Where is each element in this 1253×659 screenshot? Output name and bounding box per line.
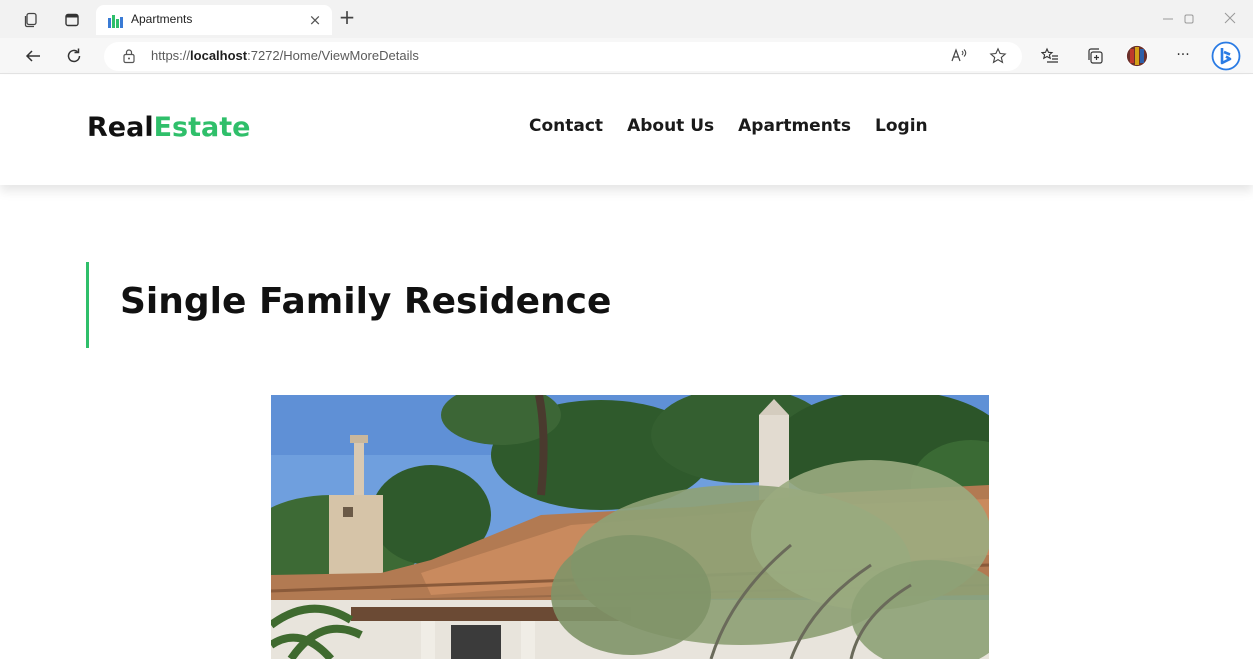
house-photo: [271, 395, 989, 659]
read-aloud-icon[interactable]: [949, 46, 969, 66]
logo-text-real: Real: [87, 112, 154, 143]
nav-login[interactable]: Login: [875, 116, 928, 136]
title-accent-bar: [86, 262, 89, 348]
tab-actions-icon[interactable]: [63, 11, 81, 29]
nav-contact[interactable]: Contact: [529, 116, 603, 136]
favorites-icon[interactable]: [1040, 46, 1060, 66]
new-tab-button[interactable]: +: [335, 6, 359, 30]
profile-avatar-icon[interactable]: [1125, 44, 1149, 68]
minimize-icon[interactable]: [1158, 9, 1178, 29]
page-title: Single Family Residence: [120, 281, 612, 322]
bing-copilot-icon[interactable]: [1211, 41, 1241, 71]
workspaces-icon[interactable]: [22, 11, 40, 29]
url-text[interactable]: https://localhost:7272/Home/ViewMoreDeta…: [151, 48, 419, 63]
site-favicon-icon: [108, 13, 124, 28]
refresh-icon[interactable]: [64, 46, 84, 66]
main-nav: Contact About Us Apartments Login: [529, 116, 928, 136]
browser-tab[interactable]: Apartments ×: [96, 5, 332, 35]
tab-close-icon[interactable]: ×: [306, 11, 324, 29]
site-logo[interactable]: RealEstate: [87, 112, 250, 143]
back-icon[interactable]: [23, 46, 43, 66]
logo-text-estate: Estate: [153, 112, 251, 143]
tab-title: Apartments: [131, 12, 193, 26]
favorite-star-icon[interactable]: [988, 46, 1008, 66]
more-icon[interactable]: ···: [1172, 44, 1194, 66]
close-window-icon[interactable]: [1220, 9, 1240, 29]
nav-apartments[interactable]: Apartments: [738, 116, 851, 136]
site-info-icon[interactable]: [121, 47, 137, 65]
nav-about-us[interactable]: About Us: [627, 116, 714, 136]
restore-icon[interactable]: [1179, 9, 1199, 29]
collections-icon[interactable]: [1085, 46, 1105, 66]
